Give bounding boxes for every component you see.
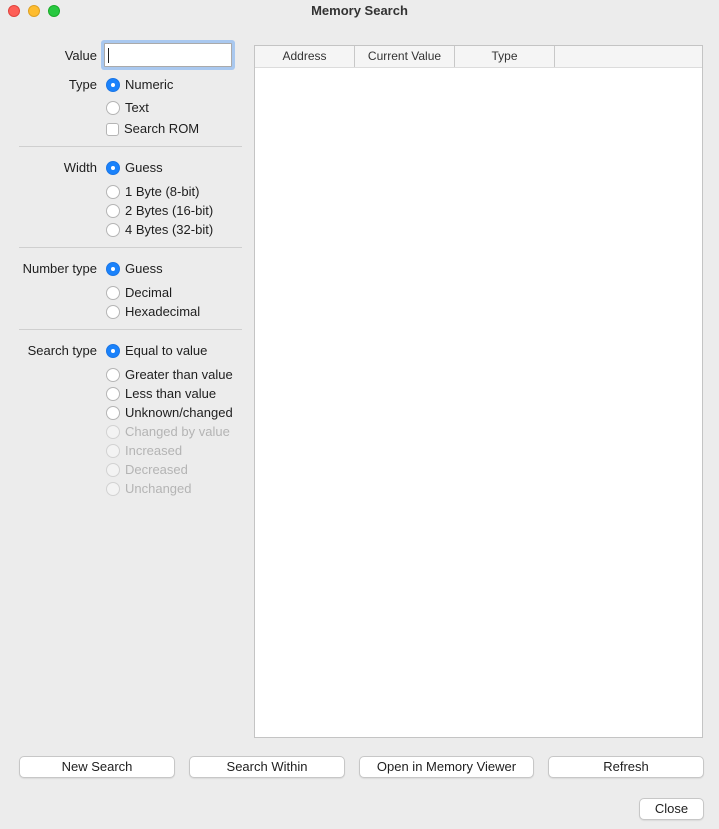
column-header-current-value[interactable]: Current Value [355,46,455,67]
option-label: Increased [125,443,183,458]
radio-icon[interactable] [106,223,120,237]
radio-selected-icon[interactable] [106,344,120,358]
option-label: Less than value [125,386,217,401]
radio-icon[interactable] [106,286,120,300]
search-rom-checkbox[interactable]: Search ROM [106,121,199,137]
search-type-option-unchanged: Unchanged [106,481,192,497]
radio-selected-icon[interactable] [106,78,120,92]
option-label: Text [125,100,149,115]
checkbox-icon[interactable] [106,122,119,136]
option-label: Changed by value [125,424,230,439]
radio-disabled-icon [106,482,120,496]
radio-icon[interactable] [106,185,120,199]
separator [19,146,242,147]
radio-selected-icon[interactable] [106,262,120,276]
results-table[interactable]: Address Current Value Type [254,45,703,738]
option-label: Guess [125,261,163,276]
type-label: Type [68,77,97,92]
number-type-label: Number type [22,261,97,276]
column-header-address[interactable]: Address [255,46,355,67]
width-option-4-bytes[interactable]: 4 Bytes (32-bit) [106,222,213,238]
close-button[interactable]: Close [639,798,704,820]
radio-icon[interactable] [106,406,120,420]
search-type-option-increased: Increased [106,443,182,459]
open-in-memory-viewer-button[interactable]: Open in Memory Viewer [359,756,534,778]
radio-selected-icon[interactable] [106,161,120,175]
window-close-icon[interactable] [8,5,20,17]
option-label: Unknown/changed [125,405,233,420]
radio-disabled-icon [106,463,120,477]
refresh-button[interactable]: Refresh [548,756,704,778]
option-label: 4 Bytes (32-bit) [125,222,214,237]
option-label: Guess [125,160,163,175]
radio-disabled-icon [106,444,120,458]
title-bar: Memory Search [0,0,719,22]
window-zoom-icon[interactable] [48,5,60,17]
option-label: 1 Byte (8-bit) [125,184,200,199]
radio-icon[interactable] [106,387,120,401]
search-type-label: Search type [27,343,97,358]
option-label: Hexadecimal [125,304,201,319]
radio-icon[interactable] [106,305,120,319]
search-type-option-decreased: Decreased [106,462,188,478]
search-type-option-less[interactable]: Less than value [106,386,216,402]
option-label: Unchanged [125,481,192,496]
width-option-2-bytes[interactable]: 2 Bytes (16-bit) [106,203,213,219]
width-option-1-byte[interactable]: 1 Byte (8-bit) [106,184,199,200]
table-header: Address Current Value Type [255,46,702,68]
option-label: Decreased [125,462,188,477]
search-type-option-changed-by-value: Changed by value [106,424,230,440]
width-label: Width [63,160,97,175]
search-type-option-equal[interactable]: Equal to value [106,343,207,359]
option-label: 2 Bytes (16-bit) [125,203,214,218]
checkbox-label: Search ROM [124,121,200,136]
new-search-button[interactable]: New Search [19,756,175,778]
separator [19,329,242,330]
search-type-option-unknown-changed[interactable]: Unknown/changed [106,405,233,421]
text-caret [108,48,109,63]
radio-disabled-icon [106,425,120,439]
option-label: Decimal [125,285,172,300]
separator [19,247,242,248]
value-label: Value [64,48,97,63]
number-type-option-hexadecimal[interactable]: Hexadecimal [106,304,200,320]
option-label: Equal to value [125,343,208,358]
radio-icon[interactable] [106,101,120,115]
radio-icon[interactable] [106,204,120,218]
search-type-option-greater[interactable]: Greater than value [106,367,233,383]
type-option-numeric[interactable]: Numeric [106,77,173,93]
column-header-type[interactable]: Type [455,46,555,67]
number-type-option-guess[interactable]: Guess [106,261,163,277]
radio-icon[interactable] [106,368,120,382]
option-label: Numeric [125,77,174,92]
window-minimize-icon[interactable] [28,5,40,17]
value-input[interactable] [104,43,232,67]
option-label: Greater than value [125,367,233,382]
number-type-option-decimal[interactable]: Decimal [106,285,172,301]
width-option-guess[interactable]: Guess [106,160,163,176]
search-within-button[interactable]: Search Within [189,756,345,778]
type-option-text[interactable]: Text [106,100,149,116]
window-title: Memory Search [311,3,408,18]
